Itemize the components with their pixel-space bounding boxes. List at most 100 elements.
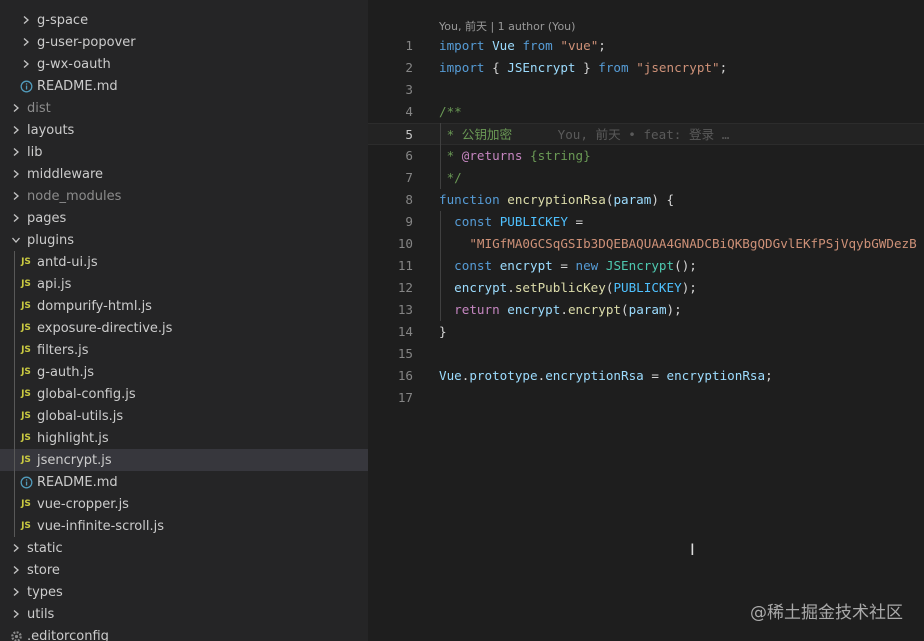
explorer-item[interactable]: JS global-utils.js (0, 405, 368, 427)
explorer-item[interactable]: pages (0, 207, 368, 229)
code-token: from (522, 38, 553, 53)
code-text: "MIGfMA0GCSqGSIb3DQEBAQUAA4GNADCBiQKBgQD… (439, 233, 916, 255)
code-line[interactable]: 5 * 公钥加密 You, 前天 • feat: 登录 … (368, 123, 924, 145)
explorer-item[interactable]: static (0, 537, 368, 559)
js-file-icon: JS (21, 279, 31, 289)
explorer-item[interactable]: g-wx-oauth (0, 53, 368, 75)
code-token: const (454, 214, 493, 229)
tree-indent-guide (14, 251, 15, 537)
explorer-item[interactable]: plugins (0, 229, 368, 251)
code-token: You, 前天 • feat: 登录 … (512, 127, 730, 142)
codelens-author[interactable]: You, 前天 | 1 author (You) (439, 18, 575, 34)
js-file-icon: JS (21, 367, 31, 377)
explorer-item[interactable]: JS g-auth.js (0, 361, 368, 383)
explorer-item[interactable]: g-user-popover (0, 31, 368, 53)
explorer-item-label: global-config.js (37, 386, 136, 402)
explorer-item[interactable]: JS highlight.js (0, 427, 368, 449)
code-token: param (613, 192, 652, 207)
explorer-item[interactable]: JS dompurify-html.js (0, 295, 368, 317)
explorer-item[interactable]: .editorconfig (0, 625, 368, 641)
code-line[interactable]: 13 return encrypt.encrypt(param); (368, 299, 924, 321)
explorer-item[interactable]: dist (0, 97, 368, 119)
explorer-item[interactable]: types (0, 581, 368, 603)
explorer-sidebar: g-space g-user-popover g-wx-oauth README.md… (0, 0, 368, 641)
explorer-item-label: utils (27, 606, 55, 622)
function-indent-guide (440, 211, 441, 321)
explorer-item[interactable]: README.md (0, 75, 368, 97)
code-line[interactable]: 8 function encryptionRsa(param) { (368, 189, 924, 211)
code-token: setPublicKey (514, 280, 606, 295)
watermark: @稀土掘金技术社区 (750, 603, 903, 623)
explorer-item[interactable]: README.md (0, 471, 368, 493)
code-line[interactable]: 4 /** (368, 101, 924, 123)
code-editor[interactable]: You, 前天 | 1 author (You) 1 import Vue fro… (368, 0, 924, 641)
explorer-item[interactable]: JS global-config.js (0, 383, 368, 405)
code-token: PUBLICKEY (613, 280, 682, 295)
code-token: encryptionRsa (545, 368, 644, 383)
explorer-item[interactable]: JS exposure-directive.js (0, 317, 368, 339)
explorer-item-label: .editorconfig (27, 628, 109, 641)
code-text: */ (439, 167, 462, 189)
explorer-item-label: README.md (37, 78, 118, 94)
line-number: 11 (397, 258, 413, 273)
explorer-item-label: jsencrypt.js (37, 452, 112, 468)
explorer-item[interactable]: lib (0, 141, 368, 163)
explorer-item[interactable]: JS vue-infinite-scroll.js (0, 515, 368, 537)
code-line[interactable]: 16 Vue.prototype.encryptionRsa = encrypti… (368, 365, 924, 387)
code-line[interactable]: 15 (368, 343, 924, 365)
explorer-item[interactable]: node_modules (0, 185, 368, 207)
explorer-item[interactable]: utils (0, 603, 368, 625)
explorer-item-label: vue-cropper.js (37, 496, 129, 512)
line-number: 10 (397, 236, 413, 251)
code-token: ) { (651, 192, 675, 207)
code-token: prototype (469, 368, 538, 383)
explorer-item-label: static (27, 540, 63, 556)
line-number: 8 (405, 192, 413, 207)
code-line[interactable]: 17 (368, 387, 924, 409)
explorer-item[interactable]: g-space (0, 9, 368, 31)
line-number: 5 (405, 127, 413, 142)
code-token: = (567, 214, 584, 229)
code-line[interactable]: 9 const PUBLICKEY = (368, 211, 924, 233)
js-file-icon: JS (21, 521, 31, 531)
chevron-right-icon (9, 166, 23, 182)
code-line[interactable]: 6 * @returns {string} (368, 145, 924, 167)
code-token: . (560, 302, 568, 317)
code-token: */ (439, 170, 462, 185)
code-line[interactable]: 10 "MIGfMA0GCSqGSIb3DQEBAQUAA4GNADCBiQKB… (368, 233, 924, 255)
explorer-item-label: dompurify-html.js (37, 298, 152, 314)
explorer-item-label: global-utils.js (37, 408, 124, 424)
code-token: * (439, 148, 462, 163)
chevron-right-icon (9, 100, 23, 116)
code-text: function encryptionRsa(param) { (439, 189, 674, 211)
code-text: import Vue from "vue"; (439, 35, 606, 57)
explorer-item[interactable]: JS filters.js (0, 339, 368, 361)
js-file-icon: JS (21, 455, 31, 465)
explorer-item-label: lib (27, 144, 43, 160)
code-token: ; (765, 368, 773, 383)
explorer-item[interactable]: middleware (0, 163, 368, 185)
code-token: return (454, 302, 500, 317)
code-line[interactable]: 3 (368, 79, 924, 101)
explorer-item[interactable]: store (0, 559, 368, 581)
explorer-item[interactable]: JS antd-ui.js (0, 251, 368, 273)
explorer-item[interactable]: JS jsencrypt.js (0, 449, 368, 471)
explorer-item[interactable]: JS api.js (0, 273, 368, 295)
code-line[interactable]: 14} (368, 321, 924, 343)
explorer-item-label: g-auth.js (37, 364, 95, 380)
explorer-item[interactable]: JS vue-cropper.js (0, 493, 368, 515)
code-line[interactable]: 2 import { JSEncrypt } from "jsencrypt"; (368, 57, 924, 79)
explorer-item-label: filters.js (37, 342, 89, 358)
code-line[interactable]: 12 encrypt.setPublicKey(PUBLICKEY); (368, 277, 924, 299)
code-text: encrypt.setPublicKey(PUBLICKEY); (439, 277, 697, 299)
line-number: 15 (397, 346, 413, 361)
explorer-item-label: exposure-directive.js (37, 320, 173, 336)
explorer-item-label: layouts (27, 122, 75, 138)
info-icon (19, 474, 33, 490)
explorer-item[interactable]: layouts (0, 119, 368, 141)
code-line[interactable]: 7 */ (368, 167, 924, 189)
code-line[interactable]: 1 import Vue from "vue"; (368, 35, 924, 57)
code-line[interactable]: 11 const encrypt = new JSEncrypt(); (368, 255, 924, 277)
line-number: 13 (397, 302, 413, 317)
